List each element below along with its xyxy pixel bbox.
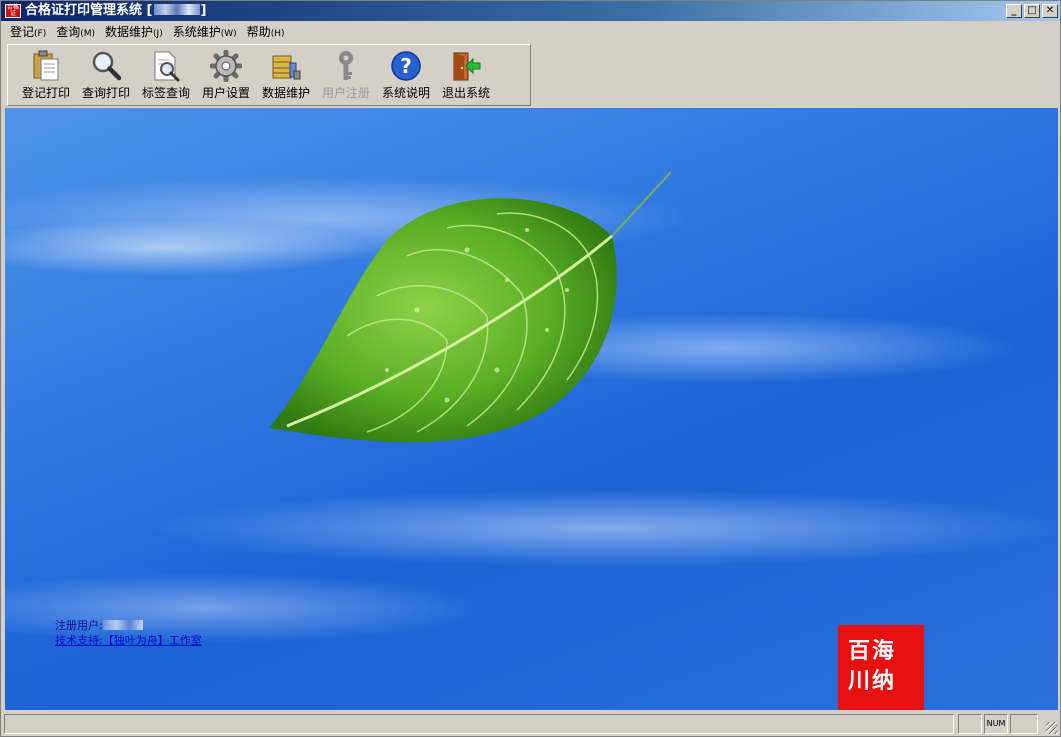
data-maintenance-button[interactable]: 数据维护 — [256, 45, 316, 105]
tech-support-link[interactable]: 技术支持:【独叶为舟】工作室 — [55, 634, 202, 648]
status-num-pane: NUM — [984, 714, 1008, 734]
main-background: 注册用户: 技术支持:【独叶为舟】工作室 百海 川纳 — [5, 108, 1058, 710]
maximize-button[interactable]: □ — [1024, 4, 1040, 18]
menu-system-maintenance-accel: (W) — [220, 29, 237, 39]
app-icon-text: 合格证 — [6, 4, 19, 17]
query-print-button[interactable]: 查询打印 — [76, 45, 136, 105]
register-print-button[interactable]: 登记打印 — [16, 45, 76, 105]
database-icon — [269, 49, 303, 83]
menu-system-maintenance-label: 系统维护 — [172, 25, 221, 39]
help-icon: ? — [389, 49, 423, 83]
window-title-suffix: ] — [200, 3, 207, 18]
leaf-image — [269, 171, 672, 443]
status-bar: NUM — [1, 712, 1060, 736]
status-caps-pane — [958, 714, 982, 734]
redacted-user-name — [102, 620, 143, 630]
seal-line-1: 百海 — [848, 639, 897, 664]
menu-data-maintenance-label: 数据维护 — [105, 25, 154, 39]
status-scroll-pane — [1010, 714, 1038, 734]
menu-help-accel: (H) — [270, 29, 285, 39]
minimize-button[interactable]: _ — [1006, 4, 1022, 18]
query-print-label: 查询打印 — [81, 86, 130, 100]
menu-query-label: 查询 — [56, 25, 81, 39]
registered-user: 注册用户: — [55, 619, 143, 633]
system-help-label: 系统说明 — [381, 86, 430, 100]
exit-system-label: 退出系统 — [441, 86, 490, 100]
menu-query[interactable]: 查询(M) — [51, 22, 100, 42]
label-query-button[interactable]: 标签查询 — [136, 45, 196, 105]
window-title-text: 合格证打印管理系统 [ — [25, 3, 153, 18]
label-query-label: 标签查询 — [141, 86, 190, 100]
menu-register[interactable]: 登记(F) — [5, 22, 51, 42]
toolbar: 登记打印 查询打印 标签查询 用户设置 数据维护 用户注册 ? 系统说明 退出系… — [7, 44, 531, 106]
user-settings-label: 用户设置 — [201, 86, 250, 100]
brand-seal: 百海 川纳 — [838, 625, 924, 710]
menu-query-accel: (M) — [80, 29, 96, 39]
app-icon[interactable]: 合格证 — [5, 4, 21, 18]
resize-grip[interactable] — [1046, 722, 1058, 734]
svg-text:?: ? — [400, 54, 412, 78]
status-message-pane — [4, 714, 954, 734]
main-window: 合格证 合格证打印管理系统 [] _ □ ✕ 登记(F) 查询(M) 数据维护(… — [0, 0, 1061, 737]
seal-line-2: 川纳 — [848, 669, 897, 694]
system-help-button[interactable]: ? 系统说明 — [376, 45, 436, 105]
gear-icon — [209, 49, 243, 83]
register-print-label: 登记打印 — [21, 86, 70, 100]
menu-data-maintenance[interactable]: 数据维护(J) — [100, 22, 168, 42]
clipboard-icon — [29, 49, 63, 83]
menu-register-label: 登记 — [10, 25, 35, 39]
menu-register-accel: (F) — [34, 29, 47, 39]
menu-bar: 登记(F) 查询(M) 数据维护(J) 系统维护(W) 帮助(H) — [1, 22, 1060, 42]
magnifier-icon — [89, 49, 123, 83]
close-button[interactable]: ✕ — [1042, 4, 1058, 18]
user-register-button[interactable]: 用户注册 — [316, 45, 376, 105]
window-controls: _ □ ✕ — [1006, 4, 1058, 18]
document-search-icon — [149, 49, 183, 83]
menu-system-maintenance[interactable]: 系统维护(W) — [168, 22, 242, 42]
data-maintenance-label: 数据维护 — [261, 86, 310, 100]
user-register-label: 用户注册 — [321, 86, 370, 100]
registered-user-label: 注册用户: — [55, 619, 103, 632]
exit-icon — [449, 49, 483, 83]
title-bar[interactable]: 合格证 合格证打印管理系统 [] _ □ ✕ — [1, 1, 1060, 21]
redacted-version — [154, 4, 201, 15]
menu-data-maintenance-accel: (J) — [153, 29, 163, 39]
user-settings-button[interactable]: 用户设置 — [196, 45, 256, 105]
exit-system-button[interactable]: 退出系统 — [436, 45, 496, 105]
key-icon — [329, 49, 363, 83]
window-title: 合格证打印管理系统 [] — [25, 3, 206, 19]
menu-help-label: 帮助 — [246, 25, 271, 39]
menu-help[interactable]: 帮助(H) — [242, 22, 290, 42]
